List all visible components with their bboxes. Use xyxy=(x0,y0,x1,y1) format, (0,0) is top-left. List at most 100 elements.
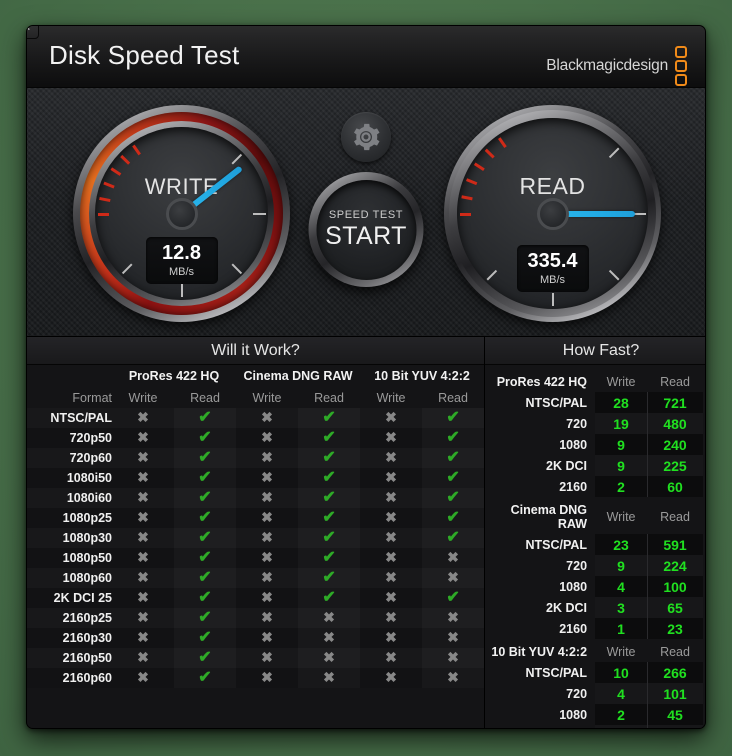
cross-icon: ✖ xyxy=(137,429,149,445)
will-it-work-panel: Will it Work? ProRes 422 HQ Cinema DNG R… xyxy=(27,337,486,728)
start-button-inner: SPEED TEST START xyxy=(316,179,416,280)
table-row: 1080i50 ✖ ✔ ✖ ✔ ✖ ✔ xyxy=(27,468,485,488)
gear-icon xyxy=(354,123,380,151)
cross-icon: ✖ xyxy=(261,609,273,625)
check-icon: ✔ xyxy=(198,649,212,666)
how-fast-col-write: Write xyxy=(606,645,636,659)
format-label: NTSC/PAL xyxy=(525,395,588,410)
compat-cell: ✖ xyxy=(236,568,298,588)
compat-cell: ✔ xyxy=(174,588,236,608)
compat-cell: ✔ xyxy=(298,488,360,508)
format-label: 2K DCI xyxy=(491,725,595,728)
col-header-prores-read: Read xyxy=(190,390,220,405)
read-speed-value: 29 xyxy=(647,725,704,728)
cross-icon: ✖ xyxy=(447,669,459,685)
check-icon: ✔ xyxy=(322,449,336,466)
format-label: 2160p50 xyxy=(62,651,112,665)
format-label: 1080 xyxy=(559,579,588,594)
compat-cell: ✔ xyxy=(422,428,484,448)
compat-cell: ✖ xyxy=(298,628,360,648)
check-icon: ✔ xyxy=(322,549,336,566)
format-label: NTSC/PAL xyxy=(525,537,588,552)
compat-cell: ✖ xyxy=(112,508,174,528)
read-speed-value: 45 xyxy=(647,704,704,725)
check-icon: ✔ xyxy=(322,569,336,586)
cross-icon: ✖ xyxy=(261,589,273,605)
brand-marks-icon xyxy=(675,46,687,86)
compat-cell: ✖ xyxy=(360,428,422,448)
table-row: 720 9 224 xyxy=(491,555,704,576)
write-speed-value: 19 xyxy=(595,413,648,434)
col-header-format: Format xyxy=(72,390,112,405)
group-header-prores: ProRes 422 HQ xyxy=(128,369,220,383)
read-gauge-label: READ xyxy=(519,173,586,200)
format-label: 2K DCI xyxy=(546,458,588,473)
group-header-yuv: 10 Bit YUV 4:2:2 xyxy=(374,369,470,383)
cross-icon: ✖ xyxy=(447,569,459,585)
title-bar: ✕ Disk Speed Test Blackmagicdesign xyxy=(27,26,705,88)
compat-cell: ✖ xyxy=(422,668,484,688)
compat-cell: ✔ xyxy=(298,408,360,428)
cross-icon: ✖ xyxy=(385,409,397,425)
compat-cell: ✖ xyxy=(112,488,174,508)
group-header-row: ProRes 422 HQ Cinema DNG RAW 10 Bit YUV … xyxy=(27,365,484,387)
cross-icon: ✖ xyxy=(261,649,273,665)
table-row: 1080 2 45 xyxy=(491,704,704,725)
cross-icon: ✖ xyxy=(385,429,397,445)
cross-icon: ✖ xyxy=(261,429,273,445)
compat-cell: ✔ xyxy=(174,548,236,568)
table-row: 2160p50 ✖ ✔ ✖ ✖ ✖ ✖ xyxy=(27,648,485,668)
table-row: 720p50 ✖ ✔ ✖ ✔ ✖ ✔ xyxy=(27,428,485,448)
check-icon: ✔ xyxy=(198,629,212,646)
will-it-work-body: NTSC/PAL ✖ ✔ ✖ ✔ ✖ ✔ 720p50 ✖ ✔ ✖ ✔ ✖ ✔ 720p60 ✖ ✔ ✖ ✔ ✖ ✔ 10… xyxy=(27,408,485,688)
compat-cell: ✖ xyxy=(236,548,298,568)
compat-cell: ✔ xyxy=(174,488,236,508)
settings-button[interactable] xyxy=(341,112,391,162)
format-label: 720p60 xyxy=(69,451,112,465)
cross-icon: ✖ xyxy=(137,469,149,485)
cross-icon: ✖ xyxy=(137,569,149,585)
compat-cell: ✖ xyxy=(112,428,174,448)
compat-cell: ✖ xyxy=(360,448,422,468)
start-button-subtitle: SPEED TEST xyxy=(328,208,404,221)
cross-icon: ✖ xyxy=(385,569,397,585)
format-label: 2160p30 xyxy=(62,631,112,645)
read-value: 335.4 xyxy=(527,249,578,272)
cross-icon: ✖ xyxy=(323,669,335,685)
brand-logo: Blackmagicdesign xyxy=(546,46,687,86)
check-icon: ✔ xyxy=(198,489,212,506)
how-fast-header-row: Cinema DNG RAW Write Read xyxy=(491,497,703,534)
read-speed-value: 480 xyxy=(647,413,704,434)
speed-test-start-button[interactable]: SPEED TEST START xyxy=(308,172,424,287)
compat-cell: ✖ xyxy=(112,568,174,588)
compat-cell: ✔ xyxy=(422,408,484,428)
format-label: 720 xyxy=(566,416,588,431)
cross-icon: ✖ xyxy=(385,449,397,465)
col-header-prores-write: Write xyxy=(128,390,158,405)
compat-cell: ✖ xyxy=(236,528,298,548)
cross-icon: ✖ xyxy=(261,409,273,425)
how-fast-panel: How Fast? ProRes 422 HQ Write Read NTSC/PAL… xyxy=(485,337,705,728)
brand-square-2-icon xyxy=(675,60,687,72)
cross-icon: ✖ xyxy=(137,549,149,565)
cross-icon: ✖ xyxy=(385,609,397,625)
compat-cell: ✖ xyxy=(298,608,360,628)
cross-icon: ✖ xyxy=(323,649,335,665)
results-area: Will it Work? ProRes 422 HQ Cinema DNG R… xyxy=(27,337,705,728)
table-row: 2K DCI 9 225 xyxy=(491,455,704,476)
cross-icon: ✖ xyxy=(447,549,459,565)
close-button[interactable]: ✕ xyxy=(27,26,39,39)
cross-icon: ✖ xyxy=(447,629,459,645)
col-header-dng-read: Read xyxy=(314,390,344,405)
how-fast-col-write: Write xyxy=(606,375,636,389)
read-speed-value: 225 xyxy=(647,455,704,476)
how-fast-title: How Fast? xyxy=(485,337,705,365)
compat-cell: ✔ xyxy=(298,468,360,488)
format-label: 2160 xyxy=(559,621,588,636)
write-speed-value: 1 xyxy=(595,618,648,639)
format-label: 2160 xyxy=(559,479,588,494)
compat-cell: ✖ xyxy=(236,488,298,508)
cross-icon: ✖ xyxy=(385,489,397,505)
format-label: 1080p50 xyxy=(62,551,112,565)
how-fast-col-write: Write xyxy=(606,510,636,524)
